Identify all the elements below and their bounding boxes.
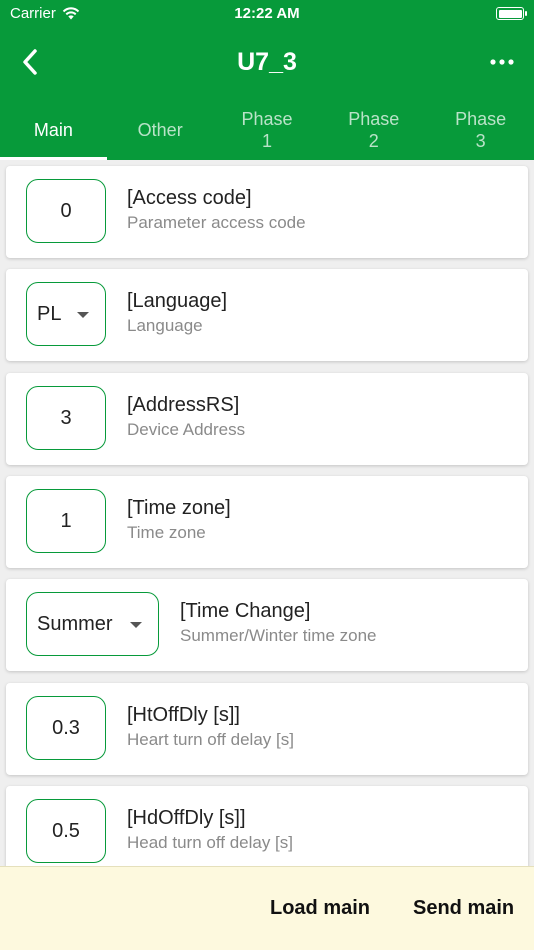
dropdown-caret-icon <box>77 312 89 318</box>
param-card-language: PL [Language] Language <box>6 269 528 361</box>
param-title: [Time zone] <box>127 497 231 519</box>
load-main-button[interactable]: Load main <box>270 897 370 920</box>
status-bar: Carrier 12:22 AM <box>0 0 534 28</box>
access-code-value: 0 <box>60 199 72 222</box>
param-subtitle: Parameter access code <box>127 213 306 232</box>
time-change-value: Summer <box>37 612 113 635</box>
param-text: [Time zone] Time zone <box>127 496 231 544</box>
param-card-time-change: Summer [Time Change] Summer/Winter time … <box>6 579 528 671</box>
language-value: PL <box>37 302 62 325</box>
hd-off-dly-value: 0.5 <box>52 819 80 842</box>
param-subtitle: Heart turn off delay [s] <box>127 730 294 749</box>
param-text: [Access code] Parameter access code <box>127 186 306 234</box>
tab-bar: Main Other Phase 1 Phase 2 Phase 3 <box>0 100 534 160</box>
tab-other[interactable]: Other <box>107 100 214 160</box>
page-title: U7_3 <box>237 48 297 76</box>
param-card-address-rs: 3 [AddressRS] Device Address <box>6 373 528 465</box>
param-title: [HtOffDly [s]] <box>127 704 240 726</box>
param-card-ht-off-dly: 0.3 [HtOffDly [s]] Heart turn off delay … <box>6 683 528 775</box>
tab-phase-1[interactable]: Phase 1 <box>214 100 321 160</box>
time-zone-value: 1 <box>60 509 72 532</box>
time-zone-input[interactable]: 1 <box>26 489 106 553</box>
app-header: Carrier 12:22 AM U7_3 Main Other Phase 1… <box>0 0 534 160</box>
more-button[interactable] <box>482 44 522 80</box>
more-horizontal-icon <box>490 59 514 65</box>
param-text: [HtOffDly [s]] Heart turn off delay [s] <box>127 703 294 751</box>
param-title: [Language] <box>127 290 228 312</box>
param-title: [AddressRS] <box>127 394 240 416</box>
param-subtitle: Time zone <box>127 523 206 542</box>
time-change-select[interactable]: Summer <box>26 592 159 656</box>
send-main-button[interactable]: Send main <box>413 897 514 920</box>
chevron-left-icon <box>23 49 37 75</box>
param-subtitle: Summer/Winter time zone <box>180 626 377 645</box>
ht-off-dly-value: 0.3 <box>52 716 80 739</box>
access-code-input[interactable]: 0 <box>26 179 106 243</box>
param-subtitle: Head turn off delay [s] <box>127 833 294 852</box>
tab-main[interactable]: Main <box>0 100 107 160</box>
param-text: [HdOffDly [s]] Head turn off delay [s] <box>127 806 293 854</box>
ht-off-dly-input[interactable]: 0.3 <box>26 696 106 760</box>
address-rs-input[interactable]: 3 <box>26 386 106 450</box>
param-text: [Time Change] Summer/Winter time zone <box>180 599 377 647</box>
parameter-list[interactable]: 0 [Access code] Parameter access code PL… <box>0 160 534 866</box>
hd-off-dly-input[interactable]: 0.5 <box>26 799 106 863</box>
address-rs-value: 3 <box>60 406 72 429</box>
battery-icon <box>496 7 527 20</box>
tab-phase-2[interactable]: Phase 2 <box>320 100 427 160</box>
tab-phase-3[interactable]: Phase 3 <box>427 100 534 160</box>
back-button[interactable] <box>12 44 48 80</box>
action-footer: Load main Send main <box>0 866 534 950</box>
param-text: [AddressRS] Device Address <box>127 393 245 441</box>
status-time: 12:22 AM <box>234 5 300 22</box>
param-card-time-zone: 1 [Time zone] Time zone <box>6 476 528 568</box>
param-card-access-code: 0 [Access code] Parameter access code <box>6 166 528 258</box>
param-subtitle: Language <box>127 316 203 335</box>
param-card-hd-off-dly: 0.5 [HdOffDly [s]] Head turn off delay [… <box>6 786 528 866</box>
param-title: [Time Change] <box>180 600 311 622</box>
param-title: [HdOffDly [s]] <box>127 807 246 829</box>
param-subtitle: Device Address <box>127 420 246 439</box>
param-title: [Access code] <box>127 187 252 209</box>
nav-bar: U7_3 <box>0 34 534 90</box>
dropdown-caret-icon <box>130 622 142 628</box>
param-text: [Language] Language <box>127 289 227 337</box>
language-select[interactable]: PL <box>26 282 106 346</box>
battery-fill <box>498 9 522 18</box>
